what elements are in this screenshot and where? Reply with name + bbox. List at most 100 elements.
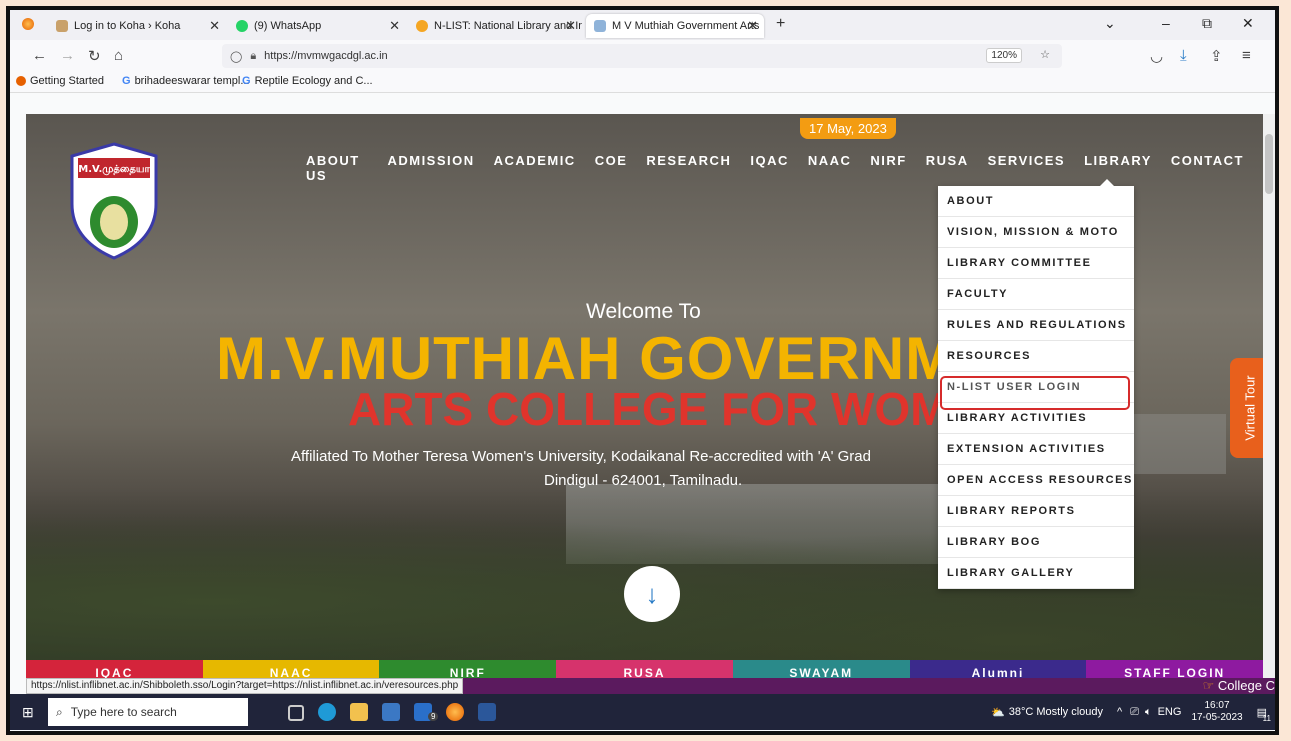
network-icon[interactable]: ⎚ bbox=[1130, 706, 1139, 719]
pocket-icon[interactable]: ◡ bbox=[1150, 47, 1163, 65]
menu-extension-activities[interactable]: EXTENSION ACTIVITIES bbox=[938, 434, 1134, 465]
nav-about-us[interactable]: ABOUT US bbox=[306, 153, 368, 183]
minimize-button[interactable]: – bbox=[1162, 15, 1170, 31]
nav-nirf[interactable]: NIRF bbox=[870, 153, 906, 183]
quick-link-staff-login[interactable]: STAFF LOGIN bbox=[1086, 660, 1263, 678]
college-logo[interactable]: M.V.முத்தையா bbox=[68, 142, 160, 260]
taskbar-search[interactable]: ⌕ Type here to search bbox=[48, 698, 248, 726]
close-window-button[interactable]: ✕ bbox=[1242, 15, 1254, 32]
quick-link-rusa[interactable]: RUSA bbox=[556, 660, 733, 678]
nav-academic[interactable]: ACADEMIC bbox=[494, 153, 576, 183]
menu-faculty[interactable]: FACULTY bbox=[938, 279, 1134, 310]
download-icon[interactable]: ⤓ bbox=[1180, 47, 1187, 64]
nav-rusa[interactable]: RUSA bbox=[926, 153, 969, 183]
logo-text: M.V.முத்தையா bbox=[78, 164, 150, 175]
notification-icon[interactable]: ▤ 11 bbox=[1257, 706, 1271, 723]
bookmark-reptile[interactable]: G Reptile Ecology and C... bbox=[242, 75, 373, 87]
menu-about[interactable]: ABOUT bbox=[938, 186, 1134, 217]
nav-contact[interactable]: CONTACT bbox=[1171, 153, 1244, 183]
dropdown-caret bbox=[1100, 179, 1114, 186]
tab-list-icon[interactable]: ⌄ bbox=[1104, 15, 1116, 32]
search-icon: ⌕ bbox=[56, 704, 63, 719]
main-nav: ABOUT US ADMISSION ACADEMIC COE RESEARCH… bbox=[306, 153, 1263, 183]
status-url: https://nlist.inflibnet.ac.in/Shibboleth… bbox=[26, 678, 464, 694]
pointer-hand-icon: ☞ bbox=[1202, 678, 1215, 693]
clock[interactable]: 16:07 17-05-2023 bbox=[1191, 700, 1242, 724]
menu-resources[interactable]: RESOURCES bbox=[938, 341, 1134, 372]
weather-icon[interactable]: ⛅ bbox=[991, 706, 1005, 719]
tray-chevron-icon[interactable]: ^ bbox=[1117, 706, 1122, 718]
tab-mvm[interactable]: M V Muthiah Government Arts ✕ bbox=[586, 14, 764, 38]
menu-rules[interactable]: RULES AND REGULATIONS bbox=[938, 310, 1134, 341]
tab-label: N-LIST: National Library and Inf bbox=[434, 20, 582, 32]
date-badge: 17 May, 2023 bbox=[800, 118, 896, 139]
scrollbar-thumb[interactable] bbox=[1265, 134, 1273, 194]
bookmark-star-icon[interactable]: ☆ bbox=[1040, 48, 1050, 61]
task-view-icon[interactable] bbox=[288, 705, 304, 721]
lock-icon[interactable]: 🔒︎ bbox=[250, 50, 256, 63]
edge-icon[interactable] bbox=[318, 703, 336, 721]
menu-open-access[interactable]: OPEN ACCESS RESOURCES bbox=[938, 465, 1134, 496]
tab-koha[interactable]: Log in to Koha › Koha ✕ bbox=[48, 14, 226, 38]
shield-icon[interactable]: ◯ bbox=[230, 50, 242, 63]
reload-icon[interactable]: ↻ bbox=[88, 47, 101, 65]
menu-library-bog[interactable]: LIBRARY BOG bbox=[938, 527, 1134, 558]
close-icon[interactable]: ✕ bbox=[209, 18, 220, 34]
quick-link-alumni[interactable]: Alumni bbox=[909, 660, 1087, 678]
google-icon: G bbox=[242, 75, 251, 87]
nav-iqac[interactable]: IQAC bbox=[750, 153, 789, 183]
address-text: Dindigul - 624001, Tamilnadu. bbox=[544, 472, 743, 489]
virtual-tour-button[interactable]: Virtual Tour bbox=[1230, 358, 1263, 458]
nav-coe[interactable]: COE bbox=[595, 153, 628, 183]
mail-badge: 9 bbox=[428, 712, 439, 721]
store-icon[interactable] bbox=[382, 703, 400, 721]
close-icon[interactable]: ✕ bbox=[389, 18, 400, 34]
tab-whatsapp[interactable]: (9) WhatsApp ✕ bbox=[228, 14, 406, 38]
nav-services[interactable]: SERVICES bbox=[988, 153, 1066, 183]
quick-link-swayam[interactable]: SWAYAM bbox=[732, 660, 910, 678]
nav-toolbar: ← → ↻ ⌂ ◯ 🔒︎ https://mvmwgacdgl.ac.in 12… bbox=[10, 40, 1275, 72]
bookmarks-bar: Getting Started Gbrihadeeswarar templ...… bbox=[10, 72, 1275, 93]
bookmark-getting-started[interactable]: Getting Started bbox=[16, 75, 104, 87]
url-text[interactable]: https://mvmwgacdgl.ac.in bbox=[264, 50, 388, 62]
quick-link-nirf[interactable]: NIRF bbox=[379, 660, 557, 678]
scroll-down-button[interactable]: ↓ bbox=[624, 566, 680, 622]
nav-admission[interactable]: ADMISSION bbox=[387, 153, 474, 183]
word-icon[interactable] bbox=[478, 703, 496, 721]
menu-library-committee[interactable]: LIBRARY COMMITTEE bbox=[938, 248, 1134, 279]
close-icon[interactable]: ✕ bbox=[747, 18, 758, 34]
language-indicator[interactable]: ENG bbox=[1158, 706, 1182, 718]
college-title-line2: ARTS COLLEGE FOR WOME bbox=[348, 383, 980, 435]
quick-links-bar: IQAC NAAC NIRF RUSA SWAYAM Alumni STAFF … bbox=[26, 660, 1263, 678]
nav-research[interactable]: RESEARCH bbox=[646, 153, 731, 183]
nav-library[interactable]: LIBRARY bbox=[1084, 153, 1152, 183]
url-bar[interactable]: ◯ 🔒︎ https://mvmwgacdgl.ac.in 120% ☆ bbox=[222, 44, 1062, 68]
volume-icon[interactable]: 🔈︎ bbox=[1145, 706, 1152, 719]
quick-link-naac[interactable]: NAAC bbox=[202, 660, 380, 678]
college-tag[interactable]: ☞ College C bbox=[1203, 678, 1275, 694]
quick-link-iqac[interactable]: IQAC bbox=[26, 660, 203, 678]
koha-favicon bbox=[56, 20, 68, 32]
menu-library-gallery[interactable]: LIBRARY GALLERY bbox=[938, 558, 1134, 589]
tab-nlist[interactable]: N-LIST: National Library and Inf ✕ bbox=[408, 14, 582, 38]
nav-naac[interactable]: NAAC bbox=[808, 153, 852, 183]
firefox-taskbar-icon[interactable] bbox=[446, 703, 464, 721]
forward-icon[interactable]: → bbox=[60, 47, 75, 64]
close-icon[interactable]: ✕ bbox=[565, 18, 576, 34]
zoom-level[interactable]: 120% bbox=[986, 48, 1022, 63]
page-scrollbar[interactable] bbox=[1263, 114, 1275, 678]
back-icon[interactable]: ← bbox=[32, 47, 47, 64]
windows-start-icon[interactable]: ⊞ bbox=[22, 704, 34, 721]
menu-icon[interactable]: ≡ bbox=[1242, 47, 1251, 64]
home-icon[interactable]: ⌂ bbox=[114, 47, 123, 64]
menu-library-reports[interactable]: LIBRARY REPORTS bbox=[938, 496, 1134, 527]
file-explorer-icon[interactable] bbox=[350, 703, 368, 721]
share-icon[interactable]: ⇪ bbox=[1210, 47, 1223, 65]
restore-button[interactable]: ⧉ bbox=[1202, 15, 1212, 32]
firefox-icon[interactable] bbox=[22, 18, 34, 30]
new-tab-button[interactable]: + bbox=[776, 15, 785, 33]
menu-vision-mission[interactable]: VISION, MISSION & MOTO bbox=[938, 217, 1134, 248]
weather-text[interactable]: 38°C Mostly cloudy bbox=[1009, 706, 1103, 718]
arrow-down-icon: ↓ bbox=[645, 578, 659, 609]
bookmark-brihadeeswarar[interactable]: Gbrihadeeswarar templ... bbox=[122, 75, 250, 87]
